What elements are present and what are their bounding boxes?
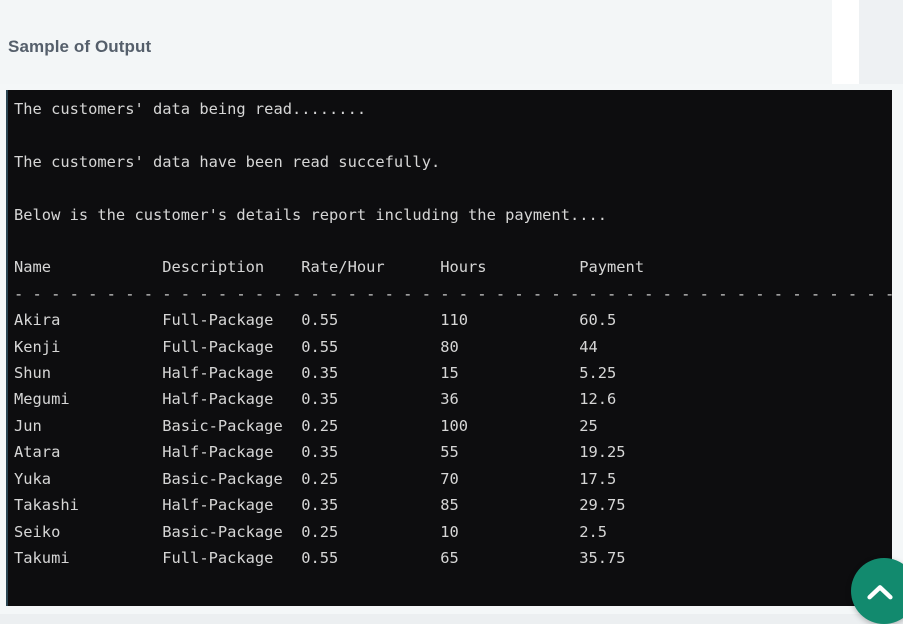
console-table-row: Jun Basic-Package 0.25 100 25 xyxy=(14,416,598,435)
console-output-block: The customers' data being read........ T… xyxy=(6,90,892,606)
console-table-row: Seiko Basic-Package 0.25 10 2.5 xyxy=(14,522,608,541)
console-inner: The customers' data being read........ T… xyxy=(8,90,892,571)
console-table-row: Akira Full-Package 0.55 110 60.5 xyxy=(14,311,617,330)
page-title: Sample of Output xyxy=(8,37,152,57)
console-line-blank-3 xyxy=(14,228,892,254)
right-white-gutter xyxy=(832,0,859,84)
chevron-up-icon xyxy=(867,580,893,602)
scroll-to-top-button[interactable] xyxy=(851,558,903,624)
console-table-row: Kenji Full-Package 0.55 80 44 xyxy=(14,337,598,356)
console-table-row: Takashi Half-Package 0.35 85 29.75 xyxy=(14,496,626,515)
page-outer-margin xyxy=(859,0,903,84)
console-table-separator: - - - - - - - - - - - - - - - - - - - - … xyxy=(14,284,892,303)
console-table-row: Shun Half-Package 0.35 15 5.25 xyxy=(14,364,617,383)
console-line-status-reading: The customers' data being read........ xyxy=(14,100,367,118)
console-table-rows: Akira Full-Package 0.55 110 60.5 Kenji F… xyxy=(14,307,892,571)
console-table-row: Yuka Basic-Package 0.25 70 17.5 xyxy=(14,469,617,488)
console-table-row: Megumi Half-Package 0.35 36 12.6 xyxy=(14,390,617,409)
console-table-header: Name Description Rate/Hour Hours Payment xyxy=(14,258,645,277)
console-line-blank-2 xyxy=(14,175,892,201)
console-line-status-done: The customers' data have been read succe… xyxy=(14,152,441,171)
console-table-row: Atara Half-Package 0.35 55 19.25 xyxy=(14,443,626,462)
console-line-blank-1 xyxy=(14,122,892,148)
console-line-intro: Below is the customer's details report i… xyxy=(14,205,608,224)
console-table-row: Takumi Full-Package 0.55 65 35.75 xyxy=(14,548,626,567)
